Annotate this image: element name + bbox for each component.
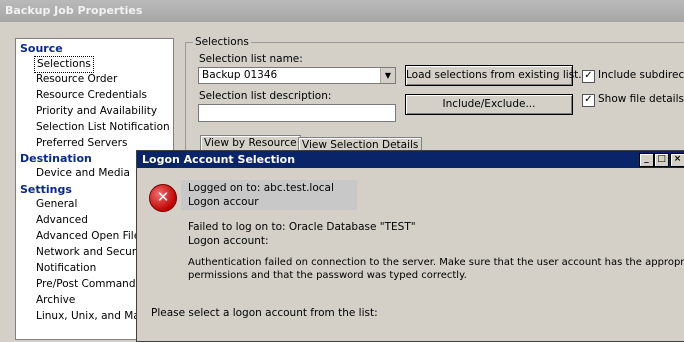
dialog-title-bar: Logon Account Selection [137, 151, 684, 168]
logon-account-label: Logon account: [188, 235, 269, 247]
nav-item-resource-credentials[interactable]: Resource Credentials [36, 88, 147, 103]
failed-logon-text: Failed to log on to: Oracle Database "TE… [188, 221, 416, 233]
nav-item-notification[interactable]: Notification [36, 261, 96, 276]
auth-failed-text-line2: permissions and that the password was ty… [188, 270, 467, 281]
nav-section-settings: Settings [20, 183, 72, 196]
selections-group-label: Selections [193, 36, 251, 48]
nav-item-advanced-open-file[interactable]: Advanced Open File [36, 229, 140, 244]
logged-on-text: Logged on to: abc.test.local [188, 182, 334, 194]
nav-section-destination: Destination [20, 152, 92, 165]
nav-item-selection-list-notification[interactable]: Selection List Notification [36, 120, 170, 135]
maximize-icon[interactable]: □ [654, 153, 669, 167]
window-title-bar: Backup Job Properties [0, 0, 684, 22]
minimize-icon[interactable]: _ [639, 153, 654, 167]
nav-item-preferred-servers[interactable]: Preferred Servers [36, 136, 127, 151]
nav-item-resource-order[interactable]: Resource Order [36, 72, 117, 87]
include-subdirectories-label: Include subdirecto [598, 69, 684, 81]
nav-item-device-media[interactable]: Device and Media [36, 166, 130, 181]
select-logon-prompt: Please select a logon account from the l… [151, 307, 378, 319]
chevron-down-icon[interactable]: ▼ [380, 68, 395, 83]
nav-item-selections[interactable]: Selections [34, 56, 94, 73]
selection-list-description-label: Selection list description: [199, 90, 332, 102]
show-file-details-checkbox[interactable]: ✓ [582, 94, 595, 107]
selection-list-description-input[interactable] [198, 104, 396, 122]
selection-list-name-label: Selection list name: [199, 53, 303, 65]
tab-view-by-resource[interactable]: View by Resource [200, 135, 301, 151]
nav-item-priority-availability[interactable]: Priority and Availability [36, 104, 157, 119]
dialog-title: Logon Account Selection [142, 153, 296, 166]
include-subdirectories-checkbox[interactable]: ✓ [582, 70, 595, 83]
selection-list-name-value: Backup 01346 [202, 69, 278, 81]
window-title: Backup Job Properties [5, 4, 143, 17]
nav-item-archive[interactable]: Archive [36, 293, 75, 308]
load-selections-button[interactable]: Load selections from existing list... [405, 65, 588, 86]
selection-list-name-combo[interactable]: Backup 01346 ▼ [198, 67, 396, 84]
nav-item-advanced[interactable]: Advanced [36, 213, 88, 228]
nav-item-general[interactable]: General [36, 197, 77, 212]
nav-section-source: Source [20, 42, 63, 55]
nav-item-pre-post-commands[interactable]: Pre/Post Commands [36, 277, 141, 292]
logon-account-dialog: Logon Account Selection _ □ × ✕ Logged o… [136, 150, 684, 342]
show-file-details-label: Show file details [598, 93, 684, 105]
auth-failed-text-line1: Authentication failed on connection to t… [188, 257, 684, 268]
logon-account-text: Logon accour [188, 196, 259, 208]
include-exclude-button[interactable]: Include/Exclude... [405, 94, 573, 115]
close-icon[interactable]: × [670, 153, 684, 167]
nav-item-linux-unix-mac[interactable]: Linux, Unix, and Maci [36, 309, 148, 324]
nav-item-network-security[interactable]: Network and Security [36, 245, 149, 260]
error-x-icon: ✕ [149, 184, 177, 212]
